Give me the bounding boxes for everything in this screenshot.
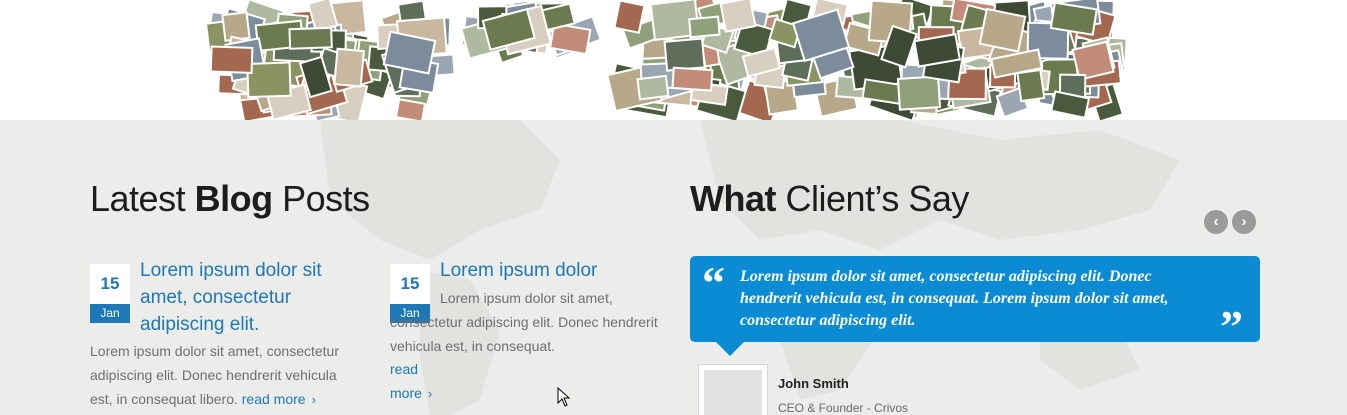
next-testimonial-button[interactable]: › [1232,210,1256,234]
collage-photo-tile [333,47,365,88]
photo-world-map-banner [0,0,1347,120]
open-quote-icon: “ [702,257,725,308]
collage-photo-tile [896,75,942,111]
chevron-right-icon: › [311,392,316,407]
read-more-link[interactable]: read more [390,361,422,401]
post-date-badge: 15 Jan [90,264,130,323]
collage-photo-tile [663,37,706,72]
collage-photo-tile [671,66,714,92]
close-quote-icon: ” [1220,301,1243,352]
prev-testimonial-button[interactable]: ‹ [1204,210,1228,234]
collage-photo-tile [719,0,757,33]
client-name: John Smith [778,376,849,391]
collage-photo-tile [246,61,292,99]
testimonials-section-title: What Client’s Say [690,178,969,219]
post-excerpt-text: Lorem ipsum dolor sit amet, consectetur … [390,290,658,354]
collage-photo-tile [613,0,646,34]
collage-photo-tile [688,15,721,39]
collage-photo-tile [209,45,254,74]
collage-photo-tile [1049,1,1098,36]
post-date-day: 15 [90,264,130,304]
collage-photo-tile [978,7,1027,53]
collage-photo-tile [636,74,670,101]
client-avatar [698,364,768,415]
collage-photo-tile [288,26,333,50]
post-title-link[interactable]: Lorem ipsum dolor sit amet, consectetur … [140,257,350,338]
post-excerpt: Lorem ipsum dolor sit amet, consectetur … [390,286,658,358]
collage-photo-tile [1016,68,1046,103]
mouse-cursor-icon [557,387,571,407]
chevron-right-icon: › [427,386,433,401]
read-more-row: read more › [390,357,432,406]
testimonial-quote-box: “ Lorem ipsum dolor sit amet, consectetu… [690,256,1260,356]
photo-collage-image [203,0,1128,120]
blog-section-title: Latest Blog Posts [90,178,370,219]
post-title-link[interactable]: Lorem ipsum dolor [440,257,660,284]
client-role: CEO & Founder - Crivos [778,401,909,415]
post-date-month: Jan [90,304,130,323]
read-more-link[interactable]: read more [242,391,306,407]
collage-photo-tile [394,98,427,120]
post-excerpt: Lorem ipsum dolor sit amet, consectetur … [90,339,352,412]
testimonial-text: Lorem ipsum dolor sit amet, consectetur … [740,268,1169,329]
content-section: Latest Blog Posts 15 Jan Lorem ipsum dol… [0,120,1347,415]
collage-photo-tile [221,11,251,42]
